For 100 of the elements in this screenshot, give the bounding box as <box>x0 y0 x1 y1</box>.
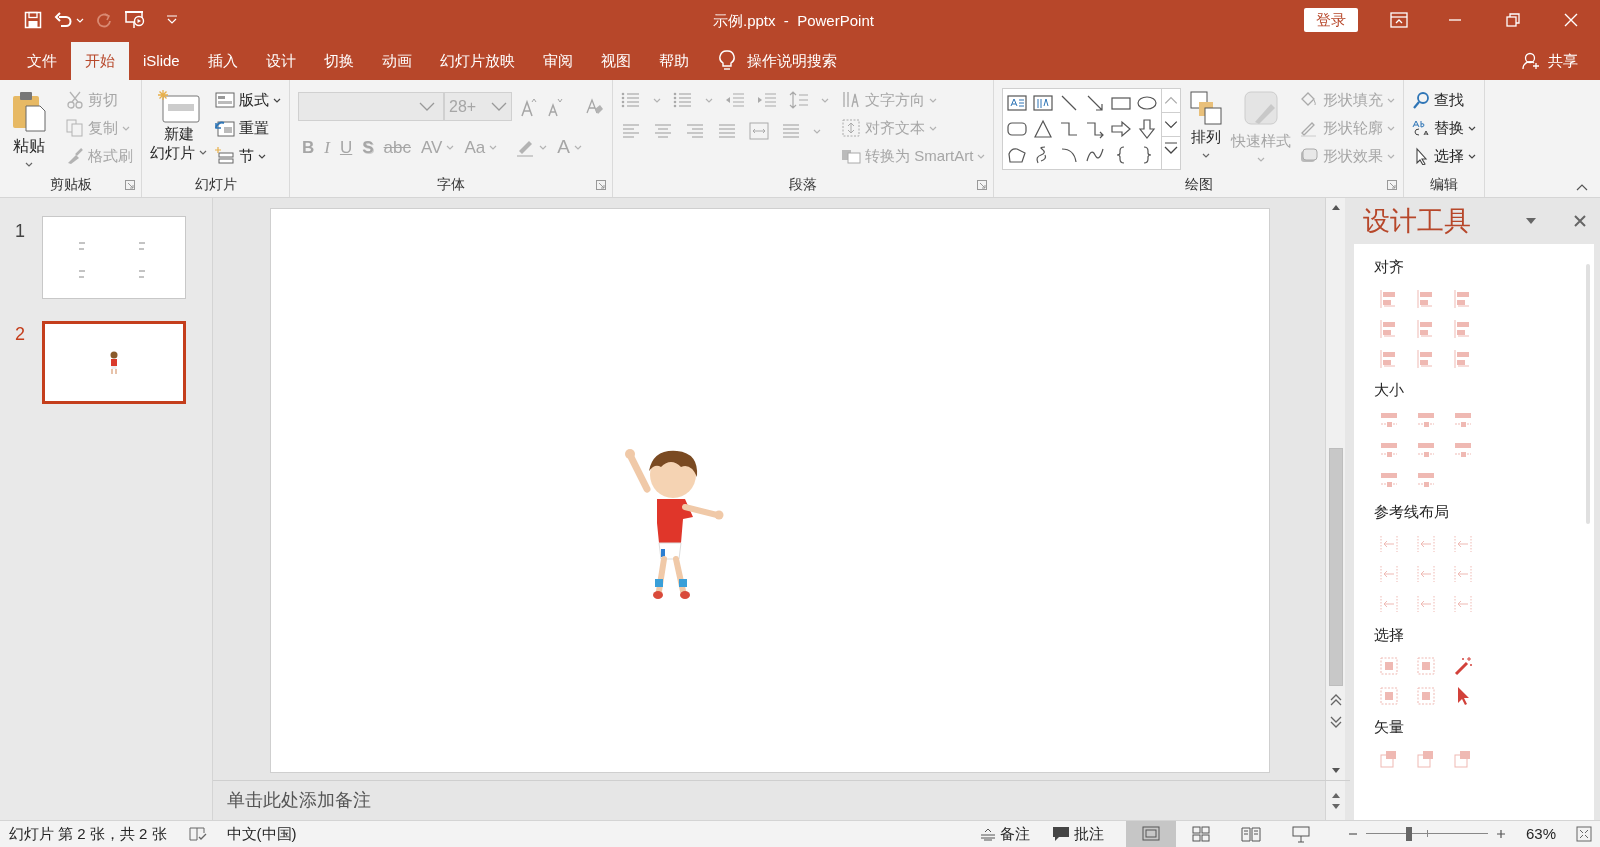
ribbon-tab[interactable]: 设计 <box>251 42 310 80</box>
font-name-field[interactable] <box>298 92 444 121</box>
rounded-rectangle-icon[interactable] <box>1007 119 1028 139</box>
numbering-icon[interactable] <box>673 91 693 109</box>
distribute-icon[interactable] <box>749 122 769 140</box>
caret-icon <box>1257 156 1266 162</box>
ribbon-tab[interactable]: 帮助 <box>644 42 703 80</box>
slide-number: 2 <box>14 323 26 346</box>
triangle-icon[interactable] <box>1033 119 1054 139</box>
ribbon-button[interactable]: 重置 <box>215 114 281 142</box>
section-heading: 参考线布局 <box>1374 502 1450 522</box>
line-spacing-icon[interactable] <box>789 90 809 110</box>
ribbon-tab[interactable]: 插入 <box>193 42 252 80</box>
save-icon[interactable] <box>24 11 42 29</box>
zoom-in-icon[interactable] <box>1495 829 1506 839</box>
dropdown-icon[interactable] <box>1526 218 1536 224</box>
scissors-icon <box>66 91 84 109</box>
align-left-icon[interactable] <box>621 122 641 140</box>
ribbon-button[interactable]: 替换 <box>1412 114 1477 142</box>
close-icon[interactable] <box>1574 215 1586 227</box>
share-button[interactable]: 共享 <box>1522 42 1578 80</box>
caret-icon <box>446 144 455 150</box>
group-label: 编辑 <box>1430 174 1459 194</box>
clear-format-icon[interactable] <box>584 96 604 117</box>
scrollbar-thumb[interactable] <box>1328 448 1343 686</box>
arrow-line-icon[interactable] <box>1085 93 1106 113</box>
arrange-button[interactable]: 排列 <box>1189 86 1224 158</box>
vertical-text-box-icon[interactable] <box>1033 93 1054 113</box>
collapse-ribbon-icon[interactable] <box>1576 183 1588 191</box>
caret-icon <box>1387 97 1396 103</box>
group-label: 段落 <box>789 174 818 194</box>
ribbon-button[interactable]: 版式 <box>215 86 281 114</box>
zoom-slider[interactable] <box>1365 827 1488 841</box>
columns-icon[interactable] <box>781 122 801 140</box>
grow-font-icon[interactable] <box>520 96 538 117</box>
wand-icon[interactable] <box>1453 656 1473 676</box>
ribbon-tab[interactable]: 幻灯片放映 <box>425 42 529 80</box>
align-center-icon[interactable] <box>653 122 673 140</box>
paintbrush-icon <box>66 147 84 165</box>
increase-indent-icon[interactable] <box>757 91 777 109</box>
dialog-launcher-icon[interactable] <box>125 180 135 190</box>
ribbon-tab[interactable]: 视图 <box>586 42 645 80</box>
paste-button[interactable]: 粘贴 <box>8 86 50 167</box>
notes-placeholder[interactable]: 单击此处添加备注 <box>213 787 1325 814</box>
ribbon-tab[interactable]: 审阅 <box>528 42 587 80</box>
freeform-icon[interactable] <box>1007 145 1028 165</box>
new-slide-icon <box>156 90 201 124</box>
dialog-launcher-icon[interactable] <box>596 180 606 190</box>
ellipse-icon[interactable] <box>1137 93 1158 113</box>
language-indicator[interactable]: 中文(中国) <box>226 822 297 846</box>
notes-scrollbar[interactable] <box>1325 781 1345 820</box>
panel-title: 设计工具 <box>1363 204 1472 238</box>
shrink-font-icon[interactable] <box>546 96 564 117</box>
redo-icon[interactable] <box>96 12 112 28</box>
zoom-level[interactable]: 63% <box>1525 822 1556 846</box>
bullets-icon[interactable] <box>621 91 641 109</box>
tell-me-search[interactable]: 操作说明搜索 <box>746 49 837 73</box>
elbow-connector-icon[interactable] <box>1059 119 1080 139</box>
previous-slide-icon[interactable] <box>1328 692 1343 708</box>
ribbon-display-icon[interactable] <box>1390 12 1408 28</box>
reset-icon <box>215 119 235 137</box>
notes-button[interactable]: 备注 <box>979 822 1030 846</box>
ribbon-tab[interactable]: 动画 <box>367 42 426 80</box>
ribbon-tab[interactable]: 文件 <box>13 42 71 80</box>
login-button[interactable]: 登录 <box>1304 8 1358 32</box>
dialog-launcher-icon[interactable] <box>1387 180 1398 190</box>
slide-thumbnail[interactable] <box>42 216 186 299</box>
text-box-icon[interactable] <box>1007 93 1028 113</box>
ribbon-tab[interactable]: 开始 <box>71 42 129 80</box>
ribbon-tab[interactable]: iSlide <box>129 42 194 80</box>
vertical-scrollbar[interactable] <box>1325 198 1345 780</box>
dialog-launcher-icon[interactable] <box>977 180 988 190</box>
comments-button[interactable]: 批注 <box>1051 822 1104 846</box>
ribbon-button[interactable]: 查找 <box>1412 86 1477 114</box>
decrease-indent-icon[interactable] <box>725 91 745 109</box>
elbow-arrow-icon[interactable] <box>1085 119 1106 139</box>
spell-check-icon[interactable] <box>188 826 207 842</box>
caret-icon <box>929 97 937 103</box>
zoom-slider-thumb[interactable] <box>1405 827 1412 841</box>
customize-icon[interactable] <box>166 15 178 25</box>
ribbon-button[interactable]: 节 <box>215 142 281 170</box>
fit-to-window-icon[interactable] <box>1576 826 1592 842</box>
undo-icon[interactable] <box>54 12 72 28</box>
arc-icon[interactable] <box>1059 145 1080 165</box>
next-slide-icon[interactable] <box>1328 714 1343 730</box>
down-arrow-icon[interactable] <box>1137 119 1158 139</box>
caret-icon <box>25 162 33 167</box>
align-right-icon[interactable] <box>685 122 705 140</box>
align-justify-icon[interactable] <box>717 122 737 140</box>
present-icon[interactable] <box>124 10 146 30</box>
group-label: 绘图 <box>1184 174 1213 194</box>
ribbon-tab[interactable]: 切换 <box>309 42 368 80</box>
ribbon-button[interactable]: 选择 <box>1412 142 1477 170</box>
caret-icon <box>1387 125 1396 131</box>
right-arrow-icon[interactable] <box>1111 119 1132 139</box>
new-slide-button[interactable]: 新建 幻灯片 <box>150 86 207 162</box>
view-button[interactable] <box>1125 821 1176 847</box>
slide-thumbnail[interactable] <box>42 321 186 404</box>
shapes-gallery[interactable] <box>1002 88 1182 170</box>
restore-icon[interactable] <box>1506 13 1520 27</box>
